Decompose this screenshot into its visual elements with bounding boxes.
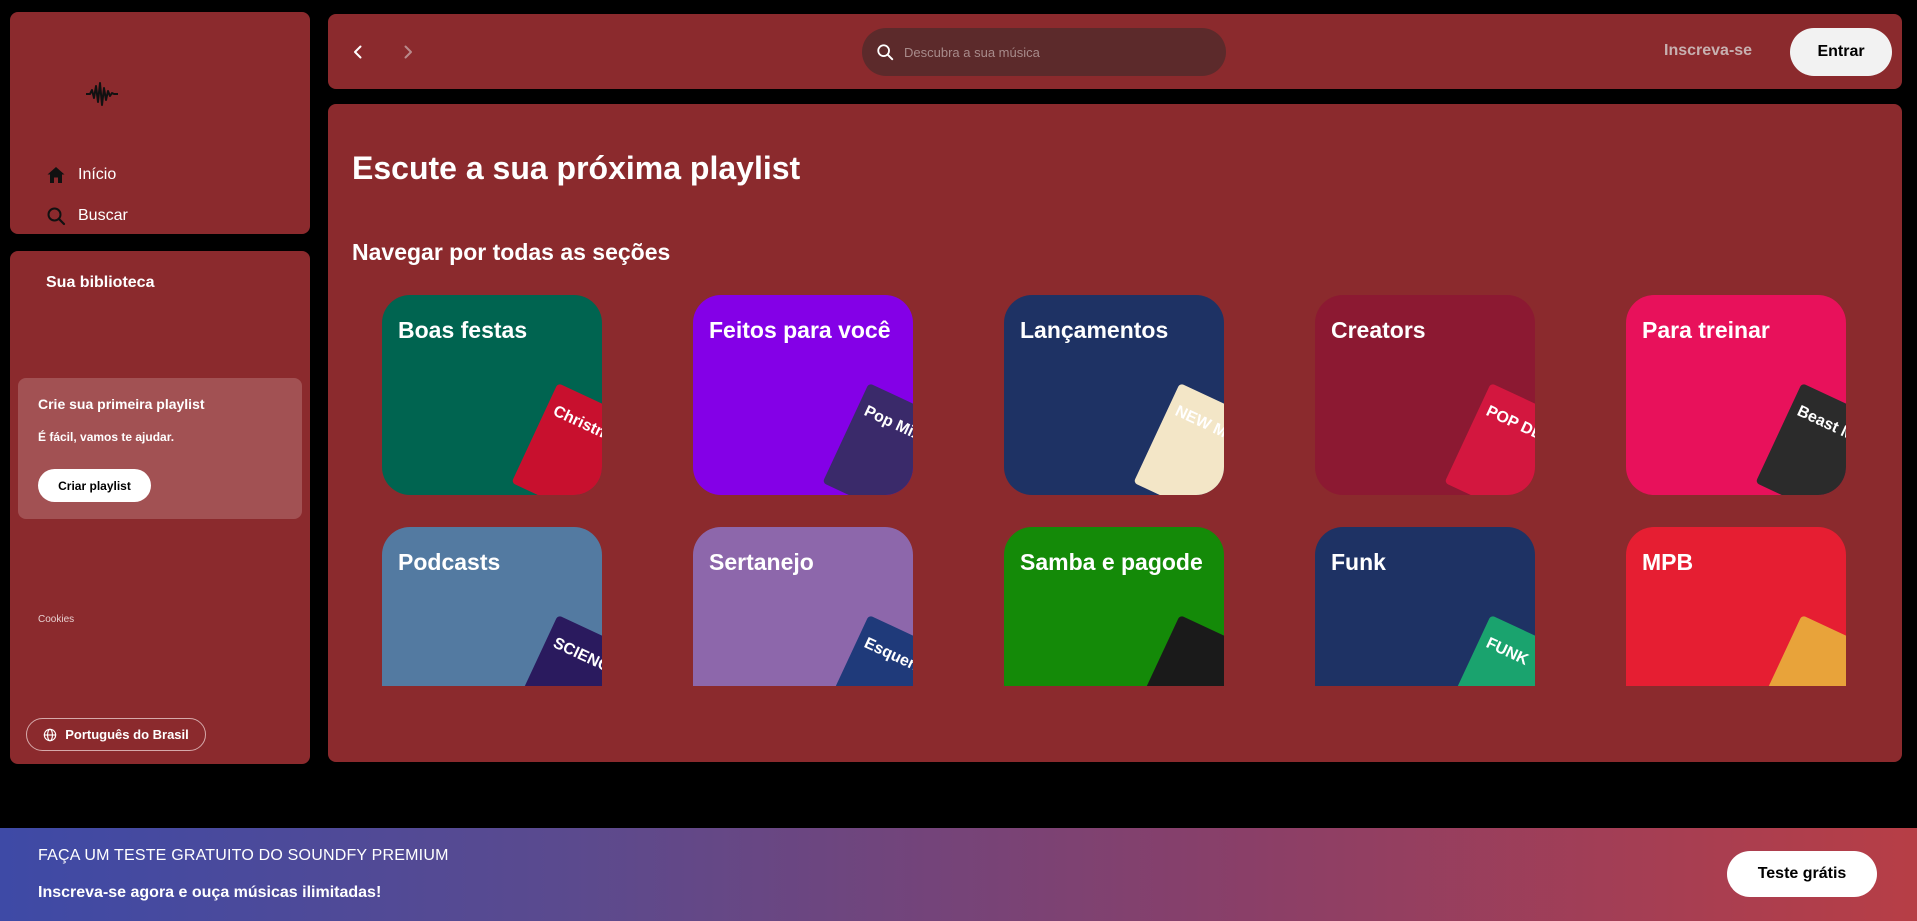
library-panel: Sua biblioteca Crie sua primeira playlis…	[10, 251, 310, 764]
create-playlist-card: Crie sua primeira playlist É fácil, vamo…	[18, 378, 302, 519]
category-card[interactable]: Sertanejo Esquenta Sertanejo	[693, 527, 913, 686]
category-card[interactable]: Boas festas Christmas Hits	[382, 295, 602, 495]
signup-link[interactable]: Inscreva-se	[1664, 42, 1752, 60]
category-cover-image: Beast Mode	[1755, 383, 1846, 495]
category-card[interactable]: Feitos para você Pop Mix	[693, 295, 913, 495]
category-card-label: Boas festas	[398, 317, 528, 343]
free-trial-button[interactable]: Teste grátis	[1727, 851, 1877, 897]
forward-button[interactable]	[396, 40, 420, 64]
category-grid: Boas festas Christmas Hits Feitos para voc…	[328, 290, 1902, 686]
chevron-left-icon	[354, 45, 362, 59]
category-cover-image: POP DELAS	[1444, 383, 1535, 495]
category-cover-image: FUNK	[1444, 615, 1535, 686]
sidebar-item-home[interactable]: Início	[46, 165, 116, 185]
cover-text: Beast Mode	[1794, 402, 1846, 457]
category-cover-image: Pop Mix	[822, 383, 913, 495]
language-button[interactable]: Português do Brasil	[26, 718, 206, 751]
premium-banner[interactable]: FAÇA UM TESTE GRATUITO DO SOUNDFY PREMIU…	[0, 828, 1917, 921]
category-cover-image	[1755, 615, 1846, 686]
main-content: Escute a sua próxima playlist Navegar po…	[328, 104, 1902, 762]
category-card-label: Para treinar	[1642, 317, 1770, 343]
category-cover-image	[1133, 615, 1224, 686]
category-card-label: Feitos para você	[709, 317, 891, 343]
login-button[interactable]: Entrar	[1790, 28, 1892, 76]
soundwave-icon[interactable]	[85, 80, 119, 108]
cover-text: Pop Mix	[861, 402, 913, 445]
cover-text: Christmas Hits	[550, 402, 602, 466]
page-title: Escute a sua próxima playlist	[352, 150, 801, 186]
library-title[interactable]: Sua biblioteca	[46, 274, 154, 292]
sidebar-nav-panel: Início Buscar	[10, 12, 310, 234]
cookies-link[interactable]: Cookies	[38, 614, 74, 625]
sidebar-item-search[interactable]: Buscar	[46, 206, 128, 226]
search-icon	[877, 44, 894, 61]
category-card[interactable]: Para treinar Beast Mode	[1626, 295, 1846, 495]
category-card[interactable]: Creators POP DELAS	[1315, 295, 1535, 495]
search-input[interactable]	[904, 44, 1194, 60]
banner-subtitle: Inscreva-se agora e ouça músicas ilimita…	[38, 884, 382, 901]
category-cover-image: SCIENCE VS	[511, 615, 602, 686]
category-card[interactable]: Podcasts SCIENCE VS	[382, 527, 602, 686]
search-bar[interactable]	[862, 28, 1226, 76]
category-card-label: Samba e pagode	[1020, 549, 1203, 575]
create-playlist-button[interactable]: Criar playlist	[38, 469, 151, 502]
top-bar: Inscreva-se Entrar	[328, 14, 1902, 89]
category-card-label: Sertanejo	[709, 549, 814, 575]
category-card-label: Creators	[1331, 317, 1426, 343]
chevron-right-icon	[404, 45, 412, 59]
section-title: Navegar por todas as seções	[352, 239, 671, 265]
cover-text: NEW MUSIC FRIDAY	[1172, 402, 1224, 484]
cover-text: FUNK	[1483, 634, 1531, 669]
cover-text: SCIENCE VS	[550, 634, 602, 686]
search-icon	[47, 207, 66, 226]
banner-title: FAÇA UM TESTE GRATUITO DO SOUNDFY PREMIU…	[38, 847, 449, 864]
category-card[interactable]: Samba e pagode	[1004, 527, 1224, 686]
home-icon	[47, 167, 65, 183]
create-playlist-subtitle: É fácil, vamos te ajudar.	[38, 430, 175, 444]
category-card[interactable]: Funk FUNK	[1315, 527, 1535, 686]
category-cover-image: Christmas Hits	[511, 383, 602, 495]
category-card-label: MPB	[1642, 549, 1694, 575]
sidebar-item-label: Buscar	[78, 207, 128, 224]
app-root: Início Buscar Sua biblioteca Crie sua pr…	[0, 0, 1917, 921]
language-label: Português do Brasil	[65, 727, 189, 742]
globe-icon	[43, 728, 57, 741]
category-card-label: Funk	[1331, 549, 1386, 575]
category-card-label: Podcasts	[398, 549, 501, 575]
back-button[interactable]	[346, 40, 370, 64]
sidebar-item-label: Início	[78, 166, 117, 183]
category-card-label: Lançamentos	[1020, 317, 1169, 343]
cover-text: POP DELAS	[1483, 402, 1535, 458]
category-cover-image: Esquenta Sertanejo	[822, 615, 913, 686]
category-card[interactable]: MPB	[1626, 527, 1846, 686]
cover-text: Esquenta Sertanejo	[861, 634, 913, 686]
category-card[interactable]: Lançamentos NEW MUSIC FRIDAY	[1004, 295, 1224, 495]
create-playlist-title: Crie sua primeira playlist	[38, 396, 205, 412]
category-cover-image: NEW MUSIC FRIDAY	[1133, 383, 1224, 495]
